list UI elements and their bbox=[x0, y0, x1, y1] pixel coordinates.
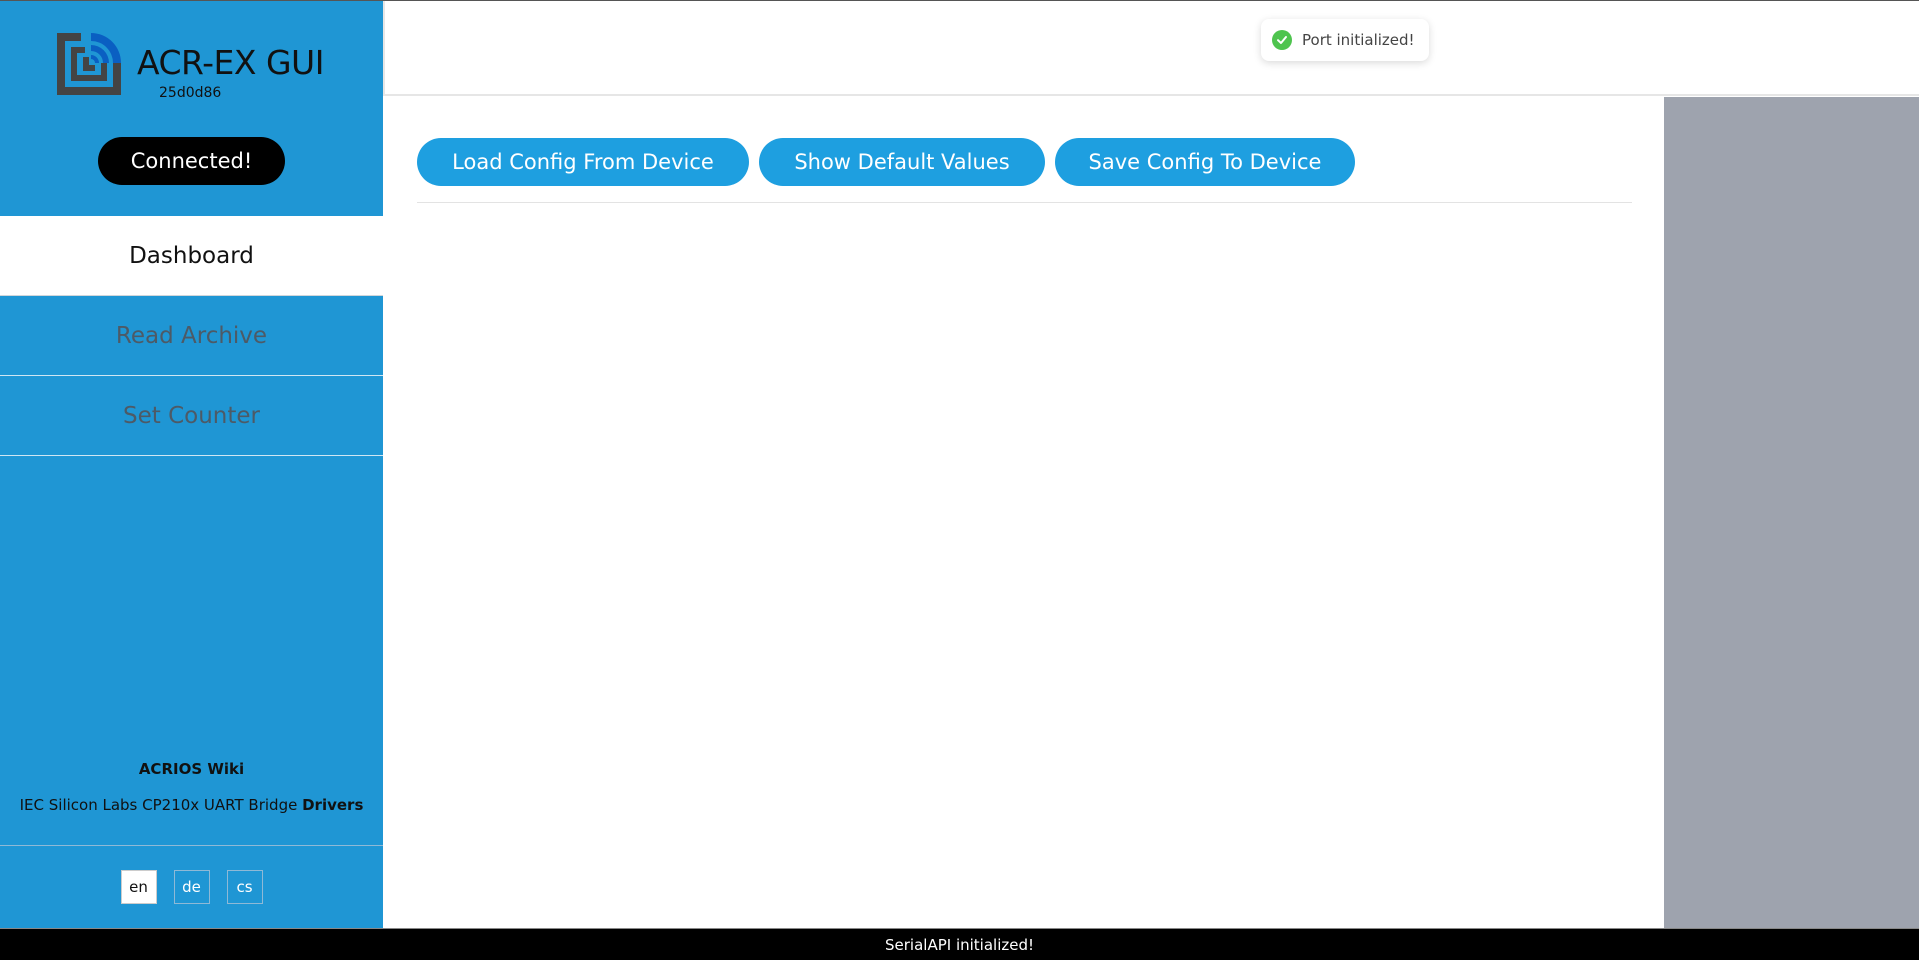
toast-message: Port initialized! bbox=[1302, 31, 1415, 49]
brand: ACR-EX GUI 25d0d86 bbox=[57, 33, 327, 103]
drivers-description: IEC Silicon Labs CP210x UART Bridge bbox=[19, 796, 298, 814]
header: Port initialized! bbox=[383, 1, 1919, 96]
sidebar-item-set-counter[interactable]: Set Counter bbox=[0, 376, 383, 456]
drivers-line: IEC Silicon Labs CP210x UART Bridge Driv… bbox=[0, 796, 383, 814]
sidebar-links: ACRIOS Wiki IEC Silicon Labs CP210x UART… bbox=[0, 760, 383, 814]
load-config-button[interactable]: Load Config From Device bbox=[417, 138, 749, 186]
app-version: 25d0d86 bbox=[159, 85, 222, 101]
save-config-button[interactable]: Save Config To Device bbox=[1055, 138, 1355, 186]
sidebar-divider bbox=[0, 845, 383, 846]
sidebar-item-dashboard[interactable]: Dashboard bbox=[0, 216, 383, 296]
acrios-logo-icon bbox=[57, 33, 121, 95]
top-border bbox=[0, 0, 1919, 1]
toolbar-divider bbox=[417, 202, 1632, 203]
main-content: Load Config From Device Show Default Val… bbox=[383, 97, 1665, 928]
language-switcher: en de cs bbox=[0, 870, 383, 904]
connection-status-button[interactable]: Connected! bbox=[98, 137, 285, 185]
toast-notification: Port initialized! bbox=[1261, 19, 1429, 61]
status-message: SerialAPI initialized! bbox=[885, 935, 1034, 954]
check-circle-icon bbox=[1272, 30, 1292, 50]
lang-button-en[interactable]: en bbox=[120, 870, 157, 904]
sidebar-nav: Dashboard Read Archive Set Counter bbox=[0, 216, 383, 456]
sidebar-item-read-archive[interactable]: Read Archive bbox=[0, 296, 383, 376]
right-panel bbox=[1664, 97, 1919, 928]
acrios-wiki-link[interactable]: ACRIOS Wiki bbox=[0, 760, 383, 778]
lang-button-de[interactable]: de bbox=[173, 870, 210, 904]
sidebar: ACR-EX GUI 25d0d86 Connected! Dashboard … bbox=[0, 0, 383, 928]
status-bar: SerialAPI initialized! bbox=[0, 928, 1919, 960]
app-title: ACR-EX GUI bbox=[137, 43, 324, 82]
drivers-link[interactable]: Drivers bbox=[302, 796, 363, 814]
lang-button-cs[interactable]: cs bbox=[226, 870, 263, 904]
config-toolbar: Load Config From Device Show Default Val… bbox=[417, 138, 1355, 186]
show-defaults-button[interactable]: Show Default Values bbox=[759, 138, 1045, 186]
